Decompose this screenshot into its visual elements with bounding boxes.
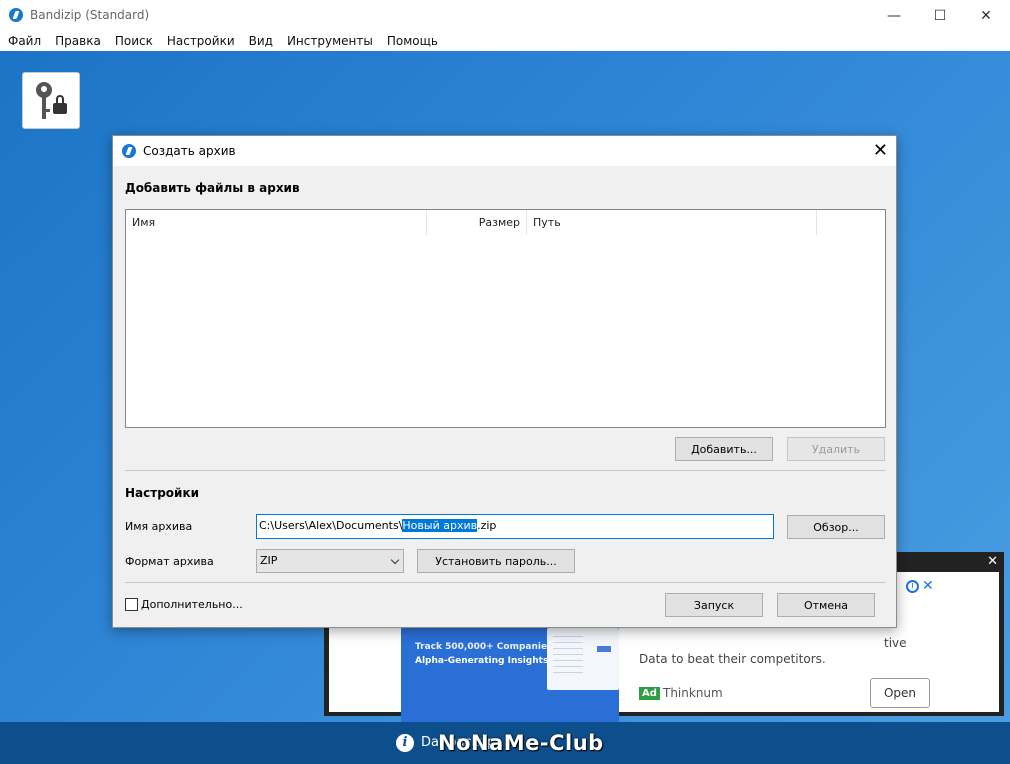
ad-close-icon[interactable]: ✕ bbox=[987, 554, 998, 569]
add-files-heading: Добавить файлы в архив bbox=[125, 181, 300, 195]
divider bbox=[125, 470, 886, 471]
menu-settings[interactable]: Настройки bbox=[167, 31, 235, 51]
ad-text-fragment: tive bbox=[884, 636, 907, 650]
menu-edit[interactable]: Правка bbox=[55, 31, 101, 51]
delete-button[interactable]: Удалить bbox=[787, 437, 885, 461]
file-list[interactable]: Имя Размер Путь bbox=[125, 209, 886, 428]
chevron-down-icon bbox=[390, 555, 400, 565]
info-icon: i bbox=[396, 734, 414, 752]
menu-bar: Файл Правка Поиск Настройки Вид Инструме… bbox=[0, 31, 1010, 51]
archive-format-value: ZIP bbox=[260, 554, 278, 567]
ad-image-line2: Alpha-Generating Insights bbox=[415, 656, 549, 666]
ad-advertiser: Thinknum bbox=[663, 686, 723, 700]
key-tooth bbox=[46, 109, 50, 112]
window-title: Bandizip (Standard) bbox=[30, 8, 150, 22]
archive-name-label: Имя архива bbox=[125, 520, 193, 533]
menu-view[interactable]: Вид bbox=[249, 31, 273, 51]
bandizip-logo-icon bbox=[122, 144, 136, 158]
key-shaft bbox=[42, 96, 46, 119]
menu-file[interactable]: Файл bbox=[8, 31, 41, 51]
archive-name-input[interactable]: C:\Users\Alex\Documents\Новый архив.zip bbox=[256, 514, 774, 539]
dialog-close-icon[interactable]: ✕ bbox=[873, 140, 888, 161]
ad-text: Data to beat their competitors. bbox=[639, 652, 826, 666]
set-password-button[interactable]: Установить пароль... bbox=[417, 549, 575, 573]
archive-path-suffix: .zip bbox=[477, 519, 497, 532]
column-size[interactable]: Размер bbox=[427, 210, 527, 235]
bandizip-logo-icon bbox=[9, 8, 23, 22]
ad-screenshot bbox=[547, 628, 619, 690]
start-button[interactable]: Запуск bbox=[665, 593, 763, 617]
ad-image[interactable]: Track 500,000+ Companies Alpha-Generatin… bbox=[401, 622, 619, 726]
minimize-button[interactable]: — bbox=[871, 0, 917, 31]
add-button[interactable]: Добавить... bbox=[675, 437, 773, 461]
archive-format-select[interactable]: ZIP bbox=[256, 549, 404, 573]
browse-button[interactable]: Обзор... bbox=[787, 515, 885, 539]
cancel-button[interactable]: Отмена bbox=[777, 593, 875, 617]
advanced-checkbox[interactable] bbox=[125, 598, 138, 611]
title-bar: Bandizip (Standard) — ☐ ✕ bbox=[0, 0, 1010, 31]
adchoices-info-icon[interactable]: i bbox=[906, 580, 919, 593]
ad-image-line1: Track 500,000+ Companies bbox=[415, 642, 553, 652]
lock-body bbox=[53, 103, 67, 114]
dialog-title: Создать архив bbox=[143, 144, 236, 158]
dialog-title-bar: Создать архив ✕ bbox=[113, 136, 896, 166]
menu-search[interactable]: Поиск bbox=[115, 31, 153, 51]
archive-path-selected: Новый архив bbox=[402, 519, 478, 532]
password-manager-button[interactable] bbox=[22, 72, 80, 129]
menu-tools[interactable]: Инструменты bbox=[287, 31, 373, 51]
settings-heading: Настройки bbox=[125, 486, 200, 500]
archive-format-label: Формат архива bbox=[125, 555, 214, 568]
maximize-button[interactable]: ☐ bbox=[917, 0, 963, 31]
divider bbox=[125, 582, 886, 583]
close-button[interactable]: ✕ bbox=[963, 0, 1009, 31]
column-path[interactable]: Путь bbox=[527, 210, 817, 235]
menu-help[interactable]: Помощь bbox=[387, 31, 438, 51]
archive-path-prefix: C:\Users\Alex\Documents\ bbox=[259, 519, 403, 532]
ad-badge: Ad bbox=[639, 687, 660, 700]
advanced-label[interactable]: Дополнительно... bbox=[141, 598, 243, 611]
column-name[interactable]: Имя bbox=[126, 210, 427, 235]
adchoices-close-icon[interactable]: ✕ bbox=[922, 578, 934, 594]
watermark: NoNaMe-Club bbox=[438, 731, 604, 755]
create-archive-dialog: Создать архив ✕ Добавить файлы в архив И… bbox=[112, 135, 897, 628]
ad-open-button[interactable]: Open bbox=[870, 678, 930, 708]
